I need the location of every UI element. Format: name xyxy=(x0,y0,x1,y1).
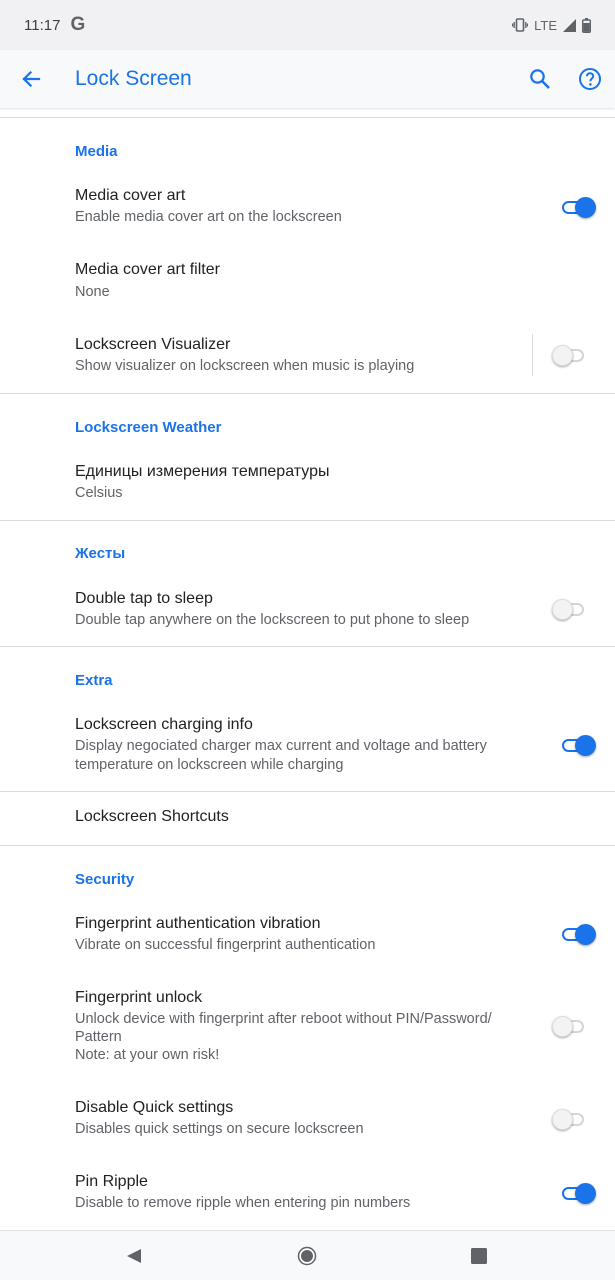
pref-summary: Vibrate on successful fingerprint authen… xyxy=(75,937,376,953)
fingerprint-unlock-switch[interactable] xyxy=(552,1015,588,1037)
section-header-security: Security xyxy=(75,871,135,888)
section-header-weather: Lockscreen Weather xyxy=(75,419,222,436)
pref-title: Единицы измерения температуры xyxy=(75,463,330,480)
pref-title: Lockscreen Shortcuts xyxy=(75,808,229,825)
pref-summary: Show visualizer on lockscreen when music… xyxy=(75,358,415,374)
page-title: Lock Screen xyxy=(75,67,192,90)
divider xyxy=(0,520,615,521)
status-icons: LTE xyxy=(512,17,591,33)
divider xyxy=(0,791,615,792)
double-tap-sleep-switch[interactable] xyxy=(552,598,588,620)
pref-title: Fingerprint authentication vibration xyxy=(75,915,321,932)
nav-home-icon[interactable] xyxy=(297,1246,317,1266)
pref-summary: Celsius xyxy=(75,485,123,501)
divider xyxy=(0,845,615,846)
pref-title: Media cover art xyxy=(75,187,186,204)
pref-title: Fingerprint unlock xyxy=(75,989,203,1006)
status-time: 11:17 xyxy=(24,16,61,34)
lockscreen-visualizer-switch[interactable] xyxy=(552,344,588,366)
search-icon[interactable] xyxy=(527,65,553,93)
nav-recents-icon[interactable] xyxy=(471,1248,487,1264)
app-bar: Lock Screen xyxy=(0,50,615,108)
divider xyxy=(0,393,615,394)
pref-summary-line: Pattern xyxy=(75,1029,122,1045)
signal-icon xyxy=(563,18,576,32)
pref-title: Lockscreen charging info xyxy=(75,716,253,733)
battery-icon xyxy=(582,17,591,33)
pref-summary-line: Unlock device with fingerprint after reb… xyxy=(75,1011,492,1027)
help-icon[interactable] xyxy=(577,65,603,93)
navigation-bar xyxy=(0,1230,615,1280)
pref-title: Disable Quick settings xyxy=(75,1099,234,1116)
fingerprint-vibration-switch[interactable] xyxy=(560,923,596,945)
nav-back-icon[interactable] xyxy=(124,1246,144,1266)
pref-summary-note: Note: at your own risk! xyxy=(75,1047,220,1063)
section-header-gestures: Жесты xyxy=(75,545,126,562)
pin-ripple-switch[interactable] xyxy=(560,1182,596,1204)
section-header-media: Media xyxy=(75,143,118,160)
section-header-extra: Extra xyxy=(75,672,113,689)
pref-title: Media cover art filter xyxy=(75,261,220,278)
vertical-divider xyxy=(532,334,533,376)
status-bar: 11:17 G LTE xyxy=(0,0,615,50)
divider xyxy=(0,646,615,647)
back-arrow-icon[interactable] xyxy=(17,65,45,93)
charging-info-switch[interactable] xyxy=(560,734,596,756)
network-type: LTE xyxy=(534,17,557,33)
pref-summary: None xyxy=(75,284,110,300)
pref-summary: Disable to remove ripple when entering p… xyxy=(75,1195,411,1211)
google-icon: G xyxy=(70,14,86,35)
pref-title: Pin Ripple xyxy=(75,1173,148,1190)
pref-title: Double tap to sleep xyxy=(75,590,213,607)
pref-summary: Double tap anywhere on the lockscreen to… xyxy=(75,612,470,628)
pref-summary: Enable media cover art on the lockscreen xyxy=(75,209,342,225)
pref-title: Lockscreen Visualizer xyxy=(75,336,231,353)
disable-quick-settings-switch[interactable] xyxy=(552,1108,588,1130)
divider xyxy=(0,117,615,118)
pref-summary: Disables quick settings on secure locksc… xyxy=(75,1121,364,1137)
media-cover-art-switch[interactable] xyxy=(560,196,596,218)
pref-summary: Display negociated charger max current a… xyxy=(75,738,487,773)
settings-list[interactable]: Media Media cover art Enable media cover… xyxy=(0,108,615,1230)
vibrate-icon xyxy=(512,18,529,32)
